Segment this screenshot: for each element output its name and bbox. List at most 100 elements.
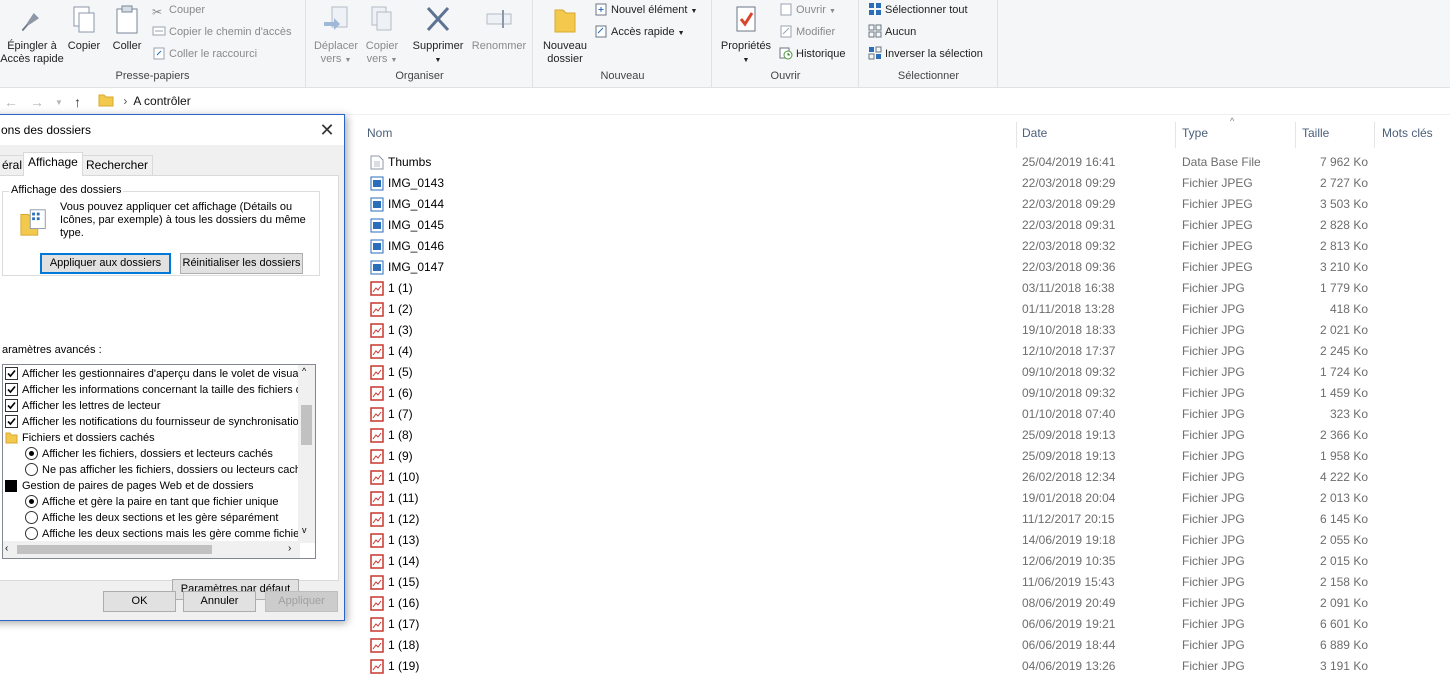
back-arrow-icon[interactable]: ← — [4, 94, 18, 110]
file-row[interactable]: 1 (6) 09/10/2018 09:32 Fichier JPG 1 459 Ko — [362, 383, 1450, 404]
file-row[interactable]: 1 (7) 01/10/2018 07:40 Fichier JPG 323 Ko — [362, 404, 1450, 425]
file-row[interactable]: Thumbs 25/04/2019 16:41 Data Base File 7 96… — [362, 152, 1450, 173]
file-row[interactable]: 1 (1) 03/11/2018 16:38 Fichier JPG 1 779 Ko — [362, 278, 1450, 299]
chevron-down-icon: ▼ — [829, 8, 836, 15]
file-row[interactable]: IMG_0145 22/03/2018 09:31 Fichier JPEG 2 82… — [362, 215, 1450, 236]
column-separator[interactable] — [1295, 122, 1296, 148]
column-header-name[interactable]: Nom — [367, 126, 392, 140]
file-name: IMG_0147 — [388, 260, 445, 274]
copy-button[interactable]: Copier — [64, 0, 104, 53]
radio-button[interactable] — [25, 511, 38, 524]
file-row[interactable]: 1 (19) 04/06/2019 13:26 Fichier JPG 3 191 K… — [362, 656, 1450, 677]
file-size: 2 055 Ko — [1319, 533, 1368, 547]
dialog-title-bar[interactable]: ons des dossiers ✕ — [0, 115, 344, 145]
scroll-up-icon[interactable]: ^ — [302, 366, 306, 376]
file-row[interactable]: 1 (3) 19/10/2018 18:33 Fichier JPG 2 021 Ko — [362, 320, 1450, 341]
column-separator[interactable] — [1016, 122, 1017, 148]
rename-button[interactable]: Renommer — [469, 0, 529, 53]
file-date: 22/03/2018 09:32 — [1022, 239, 1116, 253]
horizontal-scrollbar[interactable]: ‹ › — [3, 541, 300, 558]
paste-button[interactable]: Coller — [106, 0, 148, 53]
file-name: 1 (18) — [388, 638, 420, 652]
paste-shortcut-button[interactable]: Coller le raccourci — [152, 44, 257, 64]
breadcrumb-current[interactable]: A contrôler — [133, 94, 190, 108]
file-row[interactable]: IMG_0147 22/03/2018 09:36 Fichier JPEG 3 21… — [362, 257, 1450, 278]
apply-button[interactable]: Appliquer — [265, 591, 338, 612]
file-type: Fichier JPG — [1182, 428, 1245, 442]
vertical-scrollbar[interactable]: ^ v — [298, 365, 315, 543]
file-row[interactable]: 1 (11) 19/01/2018 20:04 Fichier JPG 2 013 K… — [362, 488, 1450, 509]
checkbox[interactable] — [5, 367, 18, 380]
advanced-setting-label: Affiche les deux sections et les gère sé… — [42, 512, 279, 524]
scroll-right-icon[interactable]: › — [288, 543, 291, 554]
radio-button[interactable] — [25, 447, 38, 460]
tab-search[interactable]: Rechercher — [81, 155, 154, 175]
jpg-file-icon — [370, 344, 384, 359]
file-row[interactable]: 1 (16) 08/06/2019 20:49 Fichier JPG 2 091 K… — [362, 593, 1450, 614]
file-row[interactable]: 1 (17) 06/06/2019 19:21 Fichier JPG 6 601 K… — [362, 614, 1450, 635]
ok-button[interactable]: OK — [103, 591, 176, 612]
file-row[interactable]: 1 (5) 09/10/2018 09:32 Fichier JPG 1 724 Ko — [362, 362, 1450, 383]
file-row[interactable]: 1 (9) 25/09/2018 19:13 Fichier JPG 1 958 Ko — [362, 446, 1450, 467]
file-row[interactable]: 1 (12) 11/12/2017 20:15 Fichier JPG 6 145 K… — [362, 509, 1450, 530]
checkbox[interactable] — [5, 399, 18, 412]
select-all-button[interactable]: Sélectionner tout — [868, 0, 968, 20]
apply-to-folders-button[interactable]: Appliquer aux dossiers — [40, 253, 171, 274]
file-type: Fichier JPG — [1182, 365, 1245, 379]
radio-button[interactable] — [25, 463, 38, 476]
delete-button[interactable]: Supprimer ▼ — [409, 0, 467, 67]
file-row[interactable]: 1 (15) 11/06/2019 15:43 Fichier JPG 2 158 K… — [362, 572, 1450, 593]
file-row[interactable]: IMG_0143 22/03/2018 09:29 Fichier JPEG 2 72… — [362, 173, 1450, 194]
open-button[interactable]: Ouvrir ▼ — [779, 0, 836, 20]
folder-view-description-1: Vous pouvez appliquer cet affichage (Dét… — [60, 201, 293, 213]
history-button[interactable]: Historique — [779, 44, 846, 64]
column-separator[interactable] — [1374, 122, 1375, 148]
scroll-down-icon[interactable]: v — [302, 525, 307, 535]
file-row[interactable]: 1 (8) 25/09/2018 19:13 Fichier JPG 2 366 Ko — [362, 425, 1450, 446]
column-header-tags[interactable]: Mots clés — [1382, 126, 1433, 140]
copy-to-button[interactable]: Copier vers ▼ — [361, 0, 403, 67]
close-icon[interactable]: ✕ — [316, 119, 338, 141]
file-name: 1 (12) — [388, 512, 420, 526]
file-name: 1 (14) — [388, 554, 420, 568]
scroll-thumb[interactable] — [301, 405, 312, 445]
edit-button[interactable]: Modifier — [779, 22, 835, 42]
file-row[interactable]: 1 (4) 12/10/2018 17:37 Fichier JPG 2 245 Ko — [362, 341, 1450, 362]
reset-folders-button[interactable]: Réinitialiser les dossiers — [180, 253, 303, 274]
file-row[interactable]: IMG_0144 22/03/2018 09:29 Fichier JPEG 3 50… — [362, 194, 1450, 215]
select-none-button[interactable]: Aucun — [868, 22, 916, 42]
file-row[interactable]: 1 (14) 12/06/2019 10:35 Fichier JPG 2 015 K… — [362, 551, 1450, 572]
copy-path-button[interactable]: Copier le chemin d'accès — [152, 22, 292, 42]
column-header-size[interactable]: Taille — [1302, 126, 1329, 140]
file-type: Fichier JPG — [1182, 470, 1245, 484]
column-separator[interactable] — [1175, 122, 1176, 148]
scroll-thumb-horizontal[interactable] — [17, 545, 212, 554]
new-item-button[interactable]: Nouvel élément ▼ — [594, 0, 697, 20]
properties-button[interactable]: Propriétés ▼ — [717, 0, 775, 67]
address-path[interactable]: › A contrôler — [98, 93, 191, 113]
up-arrow-icon[interactable]: ↑ — [74, 94, 81, 110]
recent-chevron-icon[interactable]: ▼ — [55, 98, 63, 107]
checkbox[interactable] — [5, 383, 18, 396]
file-row[interactable]: IMG_0146 22/03/2018 09:32 Fichier JPEG 2 81… — [362, 236, 1450, 257]
radio-button[interactable] — [25, 527, 38, 540]
cancel-button[interactable]: Annuler — [183, 591, 256, 612]
new-folder-button[interactable]: Nouveau dossier — [538, 0, 592, 66]
scroll-left-icon[interactable]: ‹ — [5, 543, 8, 554]
file-row[interactable]: 1 (2) 01/11/2018 13:28 Fichier JPG 418 Ko — [362, 299, 1450, 320]
column-header-type[interactable]: Type — [1182, 126, 1208, 140]
invert-selection-button[interactable]: Inverser la sélection — [868, 44, 983, 64]
checkbox[interactable] — [5, 415, 18, 428]
tab-view[interactable]: Affichage — [23, 152, 83, 176]
easy-access-button[interactable]: Accès rapide ▼ — [594, 22, 685, 42]
pin-quick-access-button[interactable]: Épingler à Accès rapide — [0, 0, 64, 66]
radio-button[interactable] — [25, 495, 38, 508]
file-row[interactable]: 1 (10) 26/02/2018 12:34 Fichier JPG 4 222 K… — [362, 467, 1450, 488]
file-name: 1 (13) — [388, 533, 420, 547]
forward-arrow-icon[interactable]: → — [30, 94, 44, 110]
file-row[interactable]: 1 (13) 14/06/2019 19:18 Fichier JPG 2 055 K… — [362, 530, 1450, 551]
file-row[interactable]: 1 (18) 06/06/2019 18:44 Fichier JPG 6 889 K… — [362, 635, 1450, 656]
column-header-date[interactable]: Date — [1022, 126, 1047, 140]
cut-button[interactable]: ✂ Couper — [152, 0, 205, 20]
move-to-button[interactable]: Déplacer vers ▼ — [311, 0, 361, 67]
